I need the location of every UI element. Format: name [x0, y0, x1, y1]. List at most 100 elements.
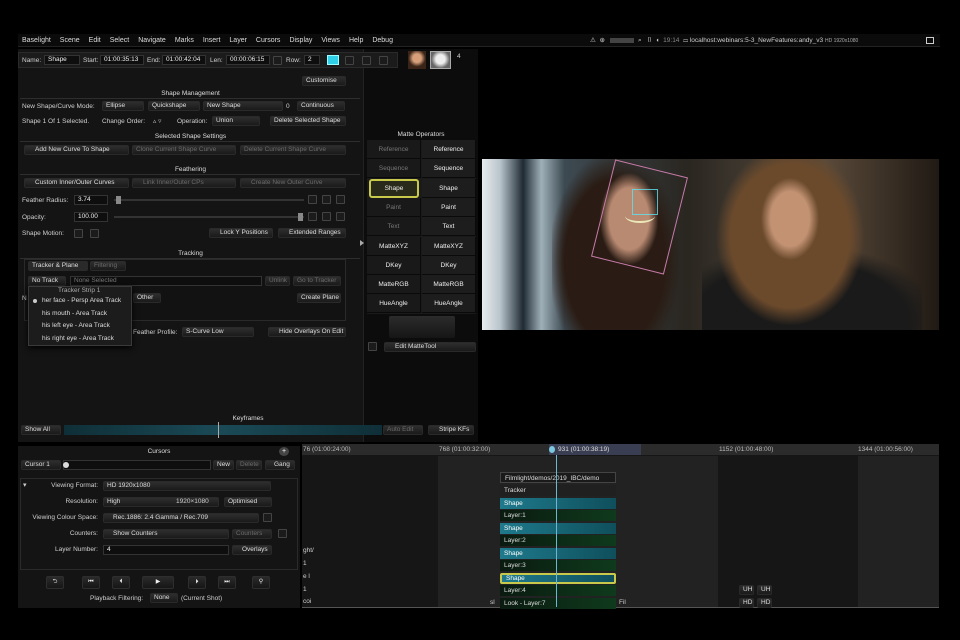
layer-strip[interactable]: Layer:2: [500, 535, 616, 546]
link-icon[interactable]: [322, 212, 331, 221]
menu-cursors[interactable]: Cursors: [256, 34, 281, 47]
matte-op-left-paint[interactable]: Paint: [367, 197, 421, 217]
keyframe-icon[interactable]: [308, 195, 317, 204]
layer-strip[interactable]: Layer:4: [500, 585, 616, 596]
play-icon[interactable]: ▶: [142, 576, 174, 589]
layer-strip[interactable]: Layer:3: [500, 560, 616, 571]
quickshape-select[interactable]: Quickshape: [148, 101, 200, 111]
menu-layer[interactable]: Layer: [229, 34, 247, 47]
viewing-format-select[interactable]: HD 1920x1080: [103, 481, 271, 491]
matte-op-left-sequence[interactable]: Sequence: [367, 159, 421, 179]
matte-op-left-reference[interactable]: Reference: [367, 140, 421, 159]
cursor-slider[interactable]: [63, 460, 211, 470]
matte-op-right-reference[interactable]: Reference: [422, 140, 476, 159]
dropdown-item[interactable]: her face - Persp Area Track: [28, 295, 121, 307]
go-start-icon[interactable]: ⏮: [82, 576, 100, 589]
new-cursor-button[interactable]: New: [213, 460, 234, 470]
show-counters-button[interactable]: Show Counters: [103, 529, 229, 539]
hd-badge[interactable]: HD: [757, 598, 772, 608]
matte-op-right-dkey[interactable]: DKey: [422, 255, 476, 275]
len-field[interactable]: 00:00:06:15: [226, 55, 270, 65]
avatar-man[interactable]: [430, 51, 451, 69]
speaker-icon[interactable]: ◖: [656, 37, 660, 44]
layers-icon[interactable]: [362, 56, 371, 65]
lock-icon[interactable]: [263, 513, 272, 522]
delete-curve-button[interactable]: Delete Current Shape Curve: [240, 145, 346, 155]
delete-selected-shape-button[interactable]: Delete Selected Shape: [270, 116, 346, 126]
matte-preview-button[interactable]: [389, 316, 455, 338]
tab-filtering[interactable]: Filtering: [90, 261, 126, 271]
slider-handle[interactable]: [63, 462, 69, 468]
dropdown-item[interactable]: his mouth - Area Track: [28, 308, 107, 320]
go-end-icon[interactable]: ⏭: [218, 576, 236, 589]
shape-strip[interactable]: Shape: [500, 522, 616, 534]
keyframe-marker[interactable]: [218, 422, 219, 438]
hide-overlays-button[interactable]: Hide Overlays On Edit: [268, 327, 346, 337]
matte-op-left-hueangle[interactable]: HueAngle: [367, 294, 421, 314]
delete-cursor-button[interactable]: Delete: [236, 460, 262, 470]
unlink-button[interactable]: Unlink: [265, 276, 290, 286]
edit-matte-button[interactable]: Edit MatteTool: [384, 342, 476, 352]
menu-edit[interactable]: Edit: [89, 34, 101, 47]
operation-select[interactable]: Union: [212, 116, 260, 126]
other-select[interactable]: Other: [133, 293, 161, 303]
loop-icon[interactable]: ⮌: [46, 576, 64, 589]
order-arrows-icon[interactable]: ▵ ▿: [153, 117, 161, 126]
link-icon[interactable]: [322, 195, 331, 204]
menu-select[interactable]: Select: [110, 34, 129, 47]
slider-handle[interactable]: [116, 196, 121, 204]
matte-op-right-text[interactable]: Text: [422, 217, 476, 237]
dropdown-item[interactable]: his left eye - Area Track: [28, 320, 110, 332]
tracker-strip[interactable]: Tracker: [500, 485, 616, 496]
grid-icon[interactable]: [345, 56, 354, 65]
graph-icon[interactable]: [90, 229, 99, 238]
optimised-select[interactable]: Optimised: [224, 497, 272, 507]
matte-op-left-mattergb[interactable]: MatteRGB: [367, 275, 421, 295]
create-plane-button[interactable]: Create Plane: [297, 293, 341, 303]
feather-radius-field[interactable]: 3.74: [74, 195, 108, 205]
matte-op-left-shape[interactable]: Shape: [369, 178, 419, 198]
layer-strip[interactable]: Layer:1: [500, 510, 616, 521]
panel-expand-icon[interactable]: [360, 240, 364, 246]
extended-ranges-button[interactable]: Extended Ranges: [278, 228, 346, 238]
goto-tracker-button[interactable]: Go to Tracker: [293, 276, 341, 286]
row-field[interactable]: 2: [304, 55, 320, 65]
matte-op-right-mattergb[interactable]: MatteRGB: [422, 275, 476, 295]
search-icon[interactable]: ⌕: [638, 37, 642, 44]
matte-op-left-text[interactable]: Text: [367, 217, 421, 237]
settings-icon[interactable]: [278, 529, 287, 538]
copy-icon[interactable]: [379, 56, 388, 65]
name-field[interactable]: Shape: [44, 55, 80, 65]
custom-curves-button[interactable]: Custom Inner/Outer Curves: [24, 178, 129, 188]
uh-badge[interactable]: UH: [739, 585, 754, 595]
step-back-icon[interactable]: ⏴: [112, 576, 130, 589]
mode-select[interactable]: Ellipse: [102, 101, 144, 111]
shape-strip[interactable]: Shape: [500, 497, 616, 509]
keyframe-icon[interactable]: [308, 212, 317, 221]
new-shape-button[interactable]: New Shape: [203, 101, 283, 111]
feather-radius-slider[interactable]: [114, 199, 304, 201]
matte-op-left-mattexyz[interactable]: MatteXYZ: [367, 236, 421, 256]
end-field[interactable]: 01:00:42:04: [162, 55, 206, 65]
matte-op-right-paint[interactable]: Paint: [422, 197, 476, 217]
uh-badge[interactable]: UH: [757, 585, 772, 595]
gang-button[interactable]: Gang: [265, 460, 295, 470]
menu-scene[interactable]: Scene: [60, 34, 80, 47]
trash-icon[interactable]: [368, 342, 377, 351]
window-icon[interactable]: [926, 37, 934, 44]
add-curve-button[interactable]: Add New Curve To Shape: [24, 145, 129, 155]
video-viewer[interactable]: [482, 159, 939, 330]
menu-display[interactable]: Display: [289, 34, 312, 47]
slider-handle[interactable]: [298, 213, 303, 221]
color-swatch-cyan[interactable]: [327, 55, 339, 65]
graph-icon[interactable]: [336, 195, 345, 204]
matte-op-right-sequence[interactable]: Sequence: [422, 159, 476, 179]
menu-debug[interactable]: Debug: [372, 34, 393, 47]
start-field[interactable]: 01:00:35:13: [100, 55, 144, 65]
graph-icon[interactable]: [336, 212, 345, 221]
matte-op-right-mattexyz[interactable]: MatteXYZ: [422, 236, 476, 256]
dropdown-item[interactable]: his right eye - Area Track: [28, 333, 114, 345]
keyframe-track[interactable]: [64, 425, 382, 435]
link-cps-button[interactable]: Link Inner/Outer CPs: [132, 178, 236, 188]
lock-icon[interactable]: [273, 56, 282, 65]
